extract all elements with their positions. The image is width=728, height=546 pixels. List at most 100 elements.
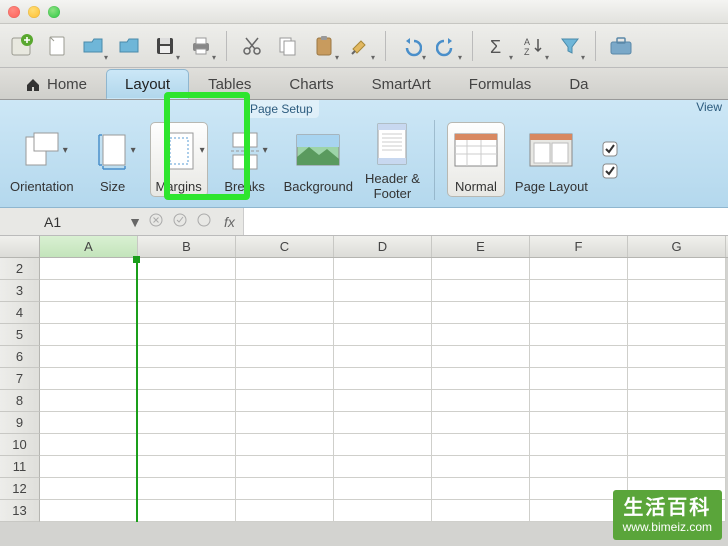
open-button[interactable] (76, 29, 110, 63)
row-header[interactable]: 4 (0, 302, 40, 324)
cell[interactable] (138, 302, 236, 324)
cell[interactable] (432, 412, 530, 434)
column-header[interactable]: D (334, 236, 432, 257)
column-header[interactable]: B (138, 236, 236, 257)
cell[interactable] (334, 280, 432, 302)
view-normal-button[interactable]: Normal (447, 122, 505, 197)
row-header[interactable]: 9 (0, 412, 40, 434)
cell[interactable] (432, 390, 530, 412)
column-header[interactable]: G (628, 236, 726, 257)
view-page-layout-button[interactable]: Page Layout (513, 123, 590, 196)
column-header[interactable]: F (530, 236, 628, 257)
cell[interactable] (236, 368, 334, 390)
orientation-button[interactable]: ▾ Orientation (8, 123, 76, 196)
row-header[interactable]: 7 (0, 368, 40, 390)
cell[interactable] (40, 346, 138, 368)
cell[interactable] (236, 500, 334, 522)
cell[interactable] (530, 456, 628, 478)
tab-home[interactable]: Home (6, 69, 106, 99)
name-box[interactable]: A1 (0, 214, 126, 230)
cell[interactable] (334, 500, 432, 522)
cell[interactable] (432, 434, 530, 456)
cell[interactable] (530, 346, 628, 368)
cell[interactable] (530, 412, 628, 434)
cell[interactable] (236, 280, 334, 302)
cell[interactable] (236, 456, 334, 478)
insert-function-button[interactable] (192, 213, 216, 230)
tab-data[interactable]: Da (550, 69, 607, 99)
column-header[interactable]: E (432, 236, 530, 257)
open-recent-button[interactable] (112, 29, 146, 63)
cell[interactable] (530, 280, 628, 302)
enter-formula-button[interactable] (168, 213, 192, 230)
cell[interactable] (334, 346, 432, 368)
cell[interactable] (530, 324, 628, 346)
cell[interactable] (334, 456, 432, 478)
row-header[interactable]: 8 (0, 390, 40, 412)
cell[interactable] (138, 390, 236, 412)
cell[interactable] (530, 258, 628, 280)
cell[interactable] (628, 434, 726, 456)
cell[interactable] (236, 390, 334, 412)
cell[interactable] (432, 346, 530, 368)
header-footer-button[interactable]: Header & Footer (363, 116, 422, 203)
cell[interactable] (628, 346, 726, 368)
breaks-button[interactable]: ▾ Breaks (216, 123, 274, 196)
paste-button[interactable] (307, 29, 341, 63)
cancel-formula-button[interactable] (144, 213, 168, 230)
cell[interactable] (138, 412, 236, 434)
cell[interactable] (40, 478, 138, 500)
print-button[interactable] (184, 29, 218, 63)
cell[interactable] (334, 390, 432, 412)
cell[interactable] (432, 368, 530, 390)
cell[interactable] (334, 258, 432, 280)
cell[interactable] (138, 478, 236, 500)
margins-button[interactable]: ▾ Margins (150, 122, 208, 197)
cell[interactable] (236, 302, 334, 324)
sort-button[interactable]: AZ (517, 29, 551, 63)
cell[interactable] (138, 368, 236, 390)
cell[interactable] (40, 412, 138, 434)
cell[interactable] (138, 434, 236, 456)
format-painter-button[interactable] (343, 29, 377, 63)
undo-button[interactable] (394, 29, 428, 63)
row-header[interactable]: 5 (0, 324, 40, 346)
cell[interactable] (334, 412, 432, 434)
cell[interactable] (432, 456, 530, 478)
cell[interactable] (236, 324, 334, 346)
new-doc-button[interactable] (40, 29, 74, 63)
cell[interactable] (40, 434, 138, 456)
cell[interactable] (628, 324, 726, 346)
background-button[interactable]: Background (282, 123, 355, 196)
cell[interactable] (628, 258, 726, 280)
cell[interactable] (628, 302, 726, 324)
cell[interactable] (432, 500, 530, 522)
cell[interactable] (530, 368, 628, 390)
select-all-corner[interactable] (0, 236, 40, 257)
tab-formulas[interactable]: Formulas (450, 69, 551, 99)
cell[interactable] (334, 434, 432, 456)
tab-charts[interactable]: Charts (270, 69, 352, 99)
minimize-window-button[interactable] (28, 6, 40, 18)
diskette-button[interactable] (148, 29, 182, 63)
cell[interactable] (530, 434, 628, 456)
cell[interactable] (628, 280, 726, 302)
cell[interactable] (40, 390, 138, 412)
row-header[interactable]: 3 (0, 280, 40, 302)
close-window-button[interactable] (8, 6, 20, 18)
row-header[interactable]: 11 (0, 456, 40, 478)
size-button[interactable]: ▾ Size (84, 123, 142, 196)
cell[interactable] (40, 324, 138, 346)
cell[interactable] (236, 478, 334, 500)
cell[interactable] (40, 280, 138, 302)
cell[interactable] (628, 368, 726, 390)
cell[interactable] (432, 280, 530, 302)
cell[interactable] (432, 478, 530, 500)
cell[interactable] (40, 500, 138, 522)
zoom-window-button[interactable] (48, 6, 60, 18)
autosum-button[interactable]: Σ (481, 29, 515, 63)
cell[interactable] (138, 280, 236, 302)
cell[interactable] (530, 302, 628, 324)
checkbox-checked-icon[interactable] (602, 163, 618, 179)
copy-button[interactable] (271, 29, 305, 63)
